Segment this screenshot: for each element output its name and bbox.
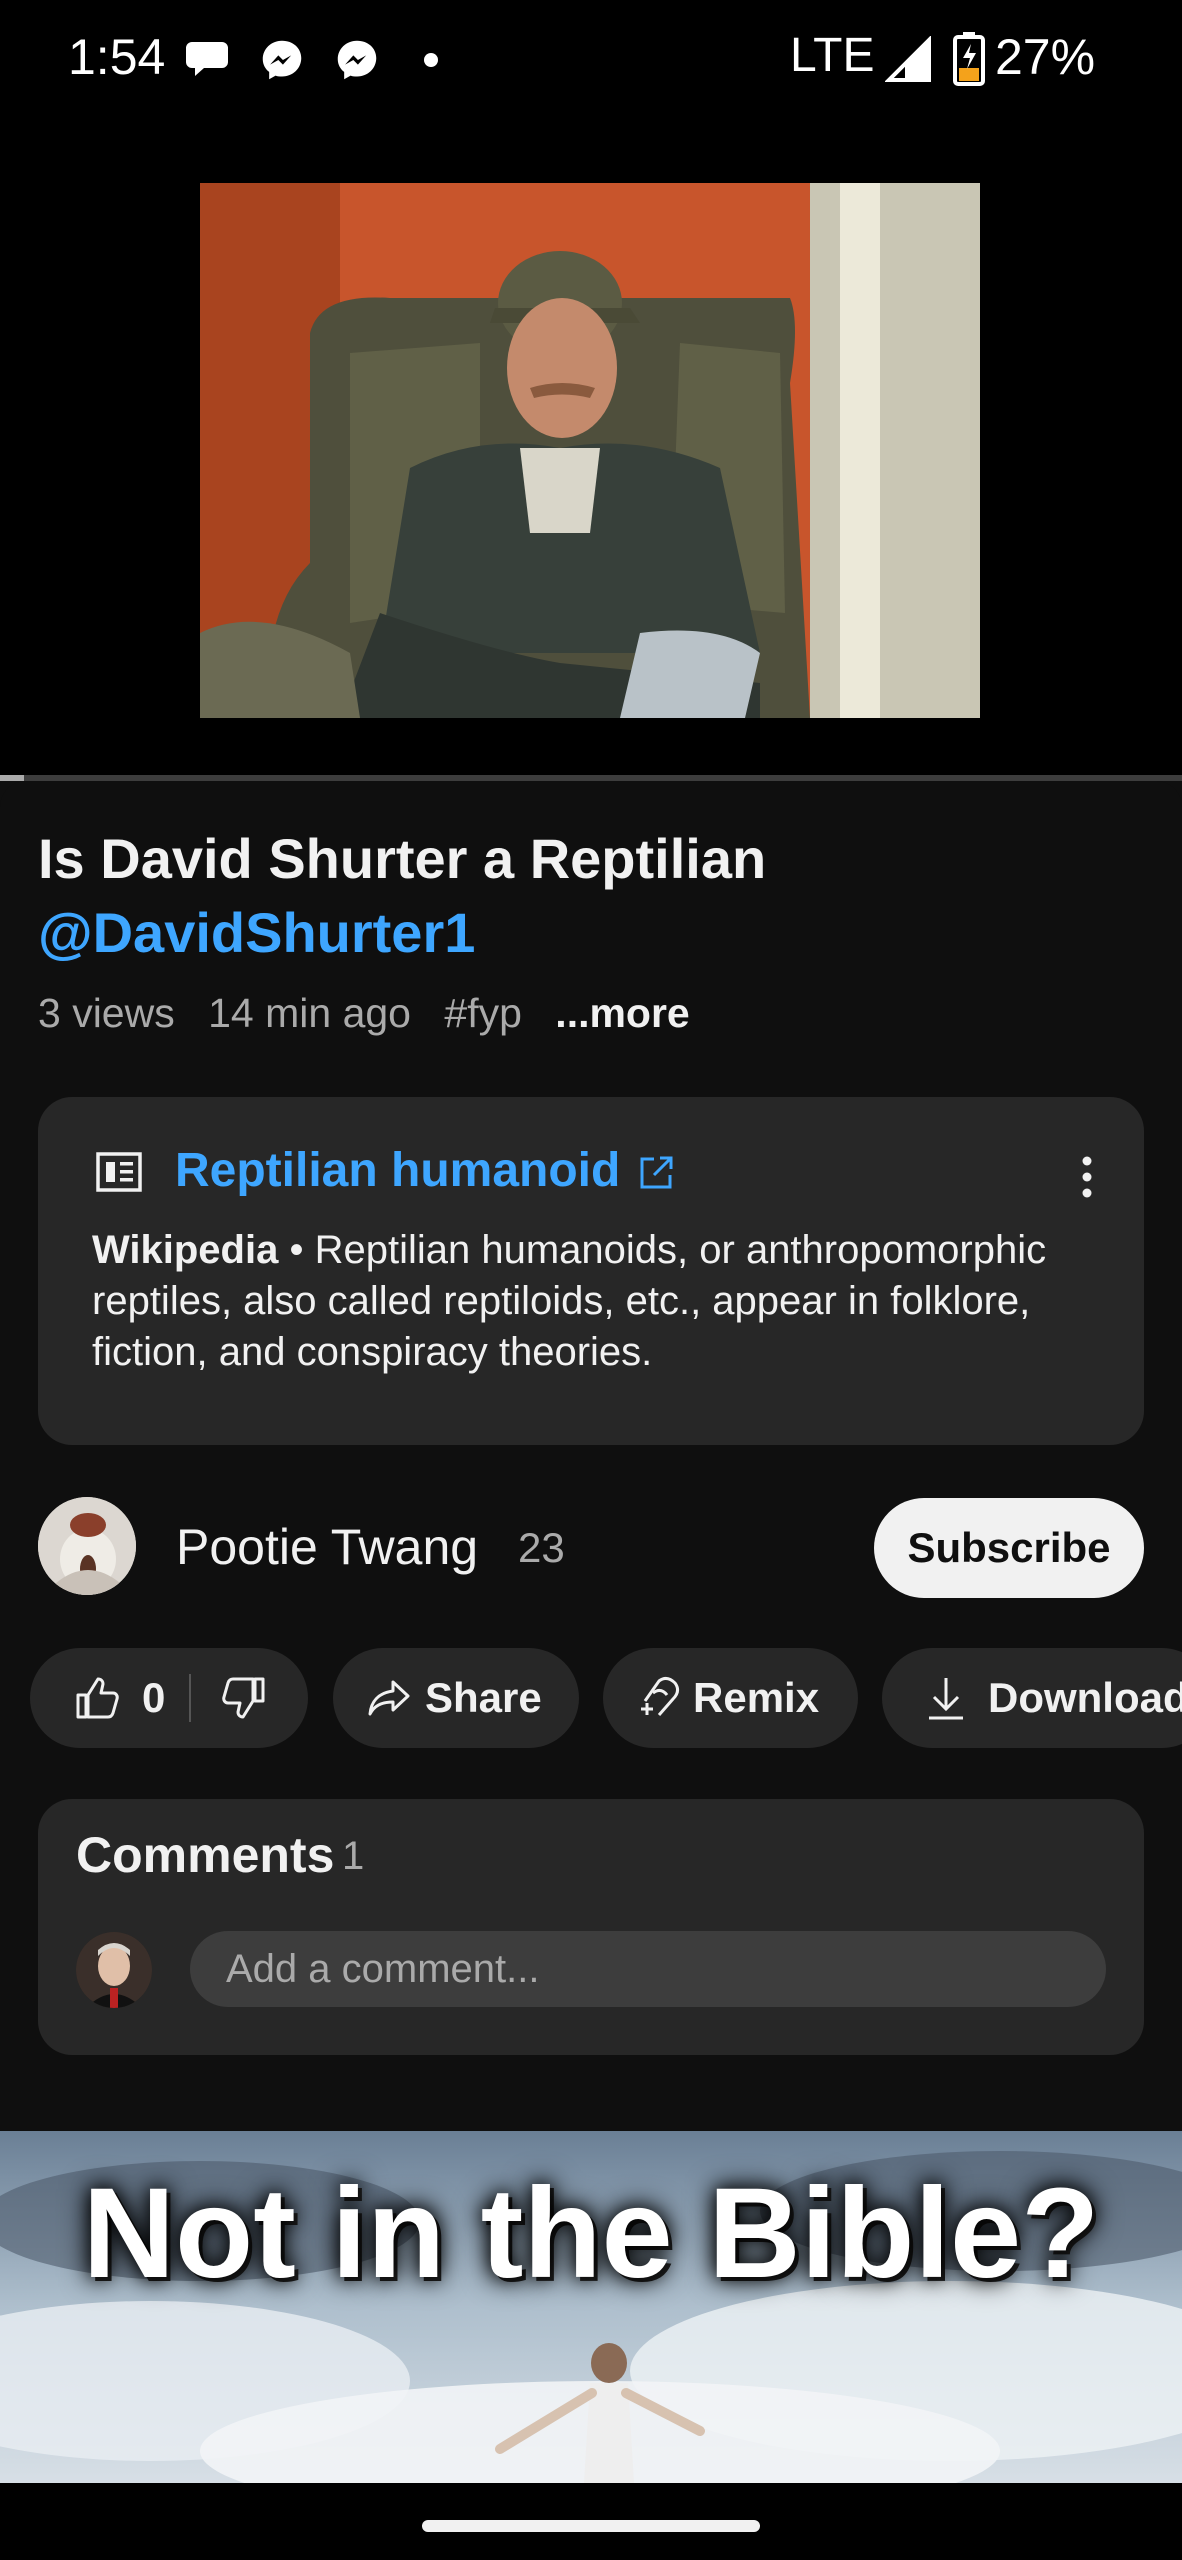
like-count[interactable]: 0 (142, 1674, 165, 1722)
more-vert-icon[interactable] (1076, 1154, 1098, 1200)
download-icon (929, 1678, 963, 1720)
channel-name[interactable]: Pootie Twang (176, 1518, 478, 1576)
article-icon (96, 1152, 142, 1192)
remix-label: Remix (693, 1674, 820, 1721)
status-time: 1:54 (68, 29, 166, 85)
video-title: Is David Shurter a Reptilian @DavidShurt… (38, 822, 1138, 970)
info-panel-separator: • (278, 1228, 315, 1272)
download-label: Download (988, 1674, 1182, 1721)
upload-age: 14 min ago (208, 990, 411, 1036)
share-label: Share (425, 1674, 542, 1721)
progress-fill (0, 775, 24, 781)
channel-avatar[interactable] (38, 1497, 136, 1595)
user-avatar (76, 1932, 152, 2008)
info-panel-body: Wikipedia • Reptilian humanoids, or anth… (92, 1225, 1112, 1378)
share-button[interactable]: Share (333, 1648, 579, 1748)
download-button[interactable]: Download (882, 1648, 1182, 1748)
dislike-icon[interactable] (221, 1675, 267, 1721)
view-count: 3 views (38, 990, 175, 1036)
thumbnail-title: Not in the Bible? (82, 2162, 1100, 2305)
battery-charging-icon (953, 32, 985, 86)
video-still (200, 183, 980, 718)
comments-count: 1 (342, 1834, 365, 1878)
remix-button[interactable]: Remix (603, 1648, 858, 1748)
add-comment-input[interactable] (190, 1931, 1106, 2007)
comments-label: Comments (76, 1827, 335, 1883)
network-type: LTE (790, 29, 875, 82)
video-frame[interactable] (200, 183, 980, 718)
video-title-text: Is David Shurter a Reptilian (38, 827, 767, 890)
signal-icon (885, 36, 931, 82)
channel-avatar-image (38, 1497, 136, 1595)
chat-bubble-icon (186, 42, 228, 76)
dot-icon (424, 53, 438, 67)
info-panel-source: Wikipedia (92, 1228, 279, 1272)
battery-percent: 27% (995, 29, 1096, 85)
subscriber-count: 23 (518, 1524, 565, 1571)
hashtag-link[interactable]: #fyp (444, 990, 522, 1036)
messenger-icon (262, 40, 302, 80)
like-icon[interactable] (74, 1675, 120, 1721)
subscribe-button[interactable]: Subscribe (874, 1498, 1144, 1598)
remix-icon (641, 1676, 680, 1716)
external-link-icon (640, 1156, 673, 1189)
info-panel-title[interactable]: Reptilian humanoid (175, 1143, 620, 1198)
mention-link[interactable]: @DavidShurter1 (38, 901, 475, 964)
more-button[interactable]: ...more (555, 990, 689, 1036)
video-meta[interactable]: 3 views 14 min ago #fyp ...more (38, 990, 712, 1037)
like-divider (189, 1674, 192, 1722)
user-avatar-image (76, 1932, 152, 2008)
home-indicator[interactable] (422, 2520, 760, 2532)
like-dislike-group: 0 (30, 1648, 308, 1748)
messenger-icon (337, 40, 377, 80)
share-icon (368, 1680, 410, 1716)
